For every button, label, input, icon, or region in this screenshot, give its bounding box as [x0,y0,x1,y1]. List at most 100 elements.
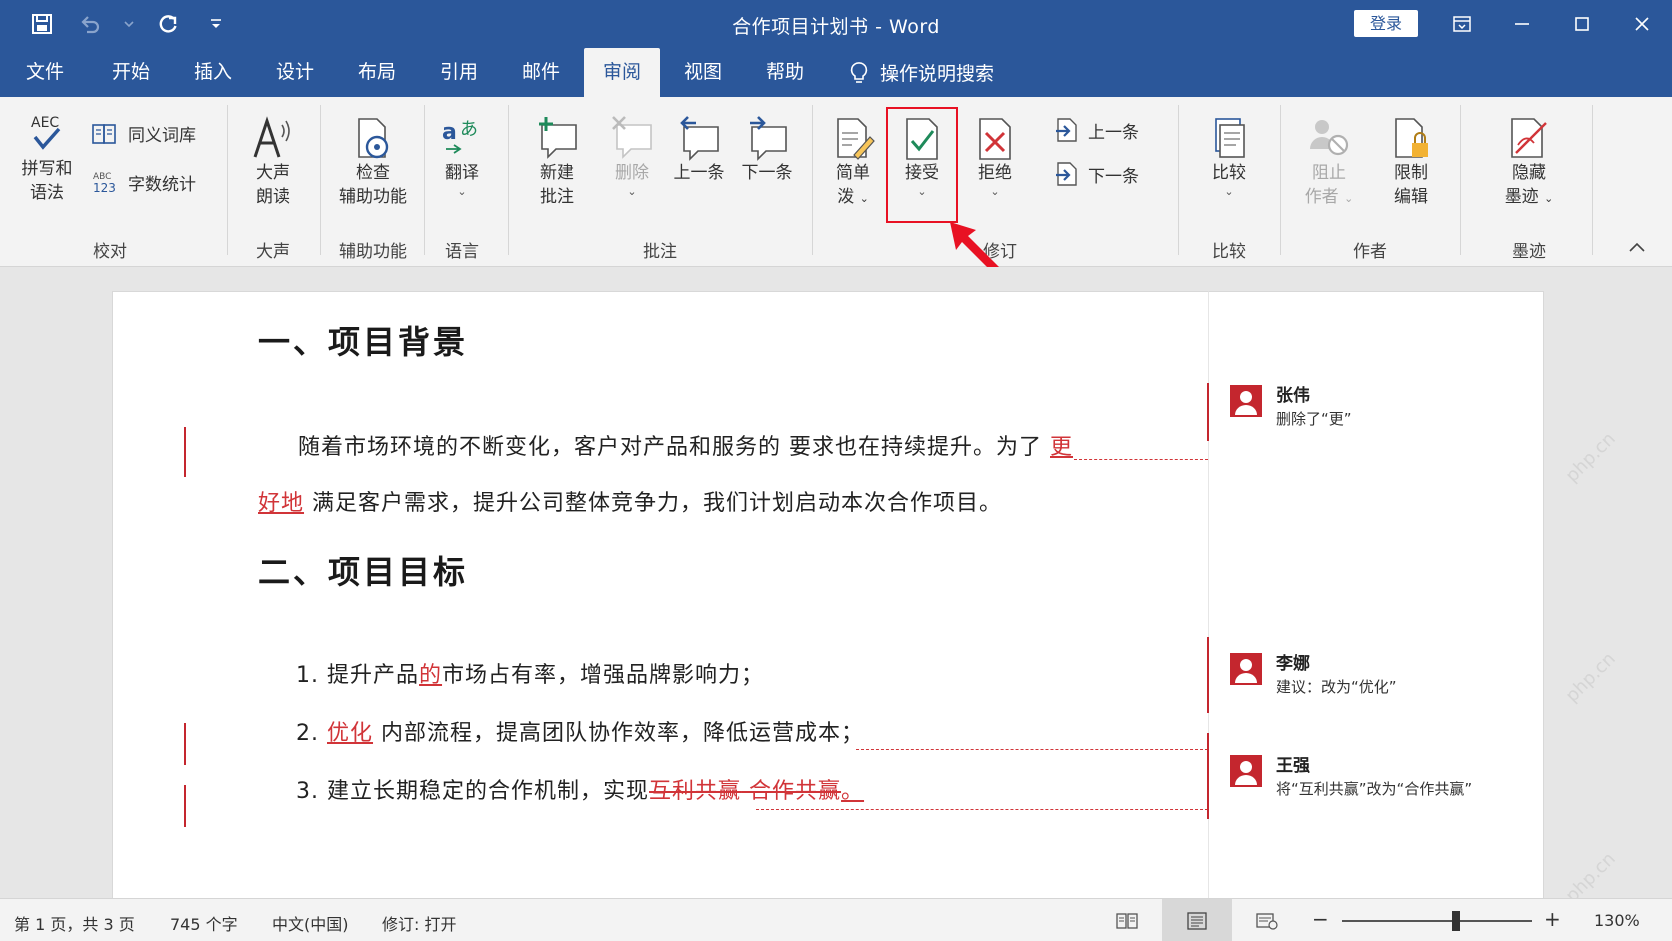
tab-review[interactable]: 审阅 [584,48,660,97]
list-item-3: 3. 建立长期稳定的合作机制，实现互利共赢 合作共赢。 [296,773,864,805]
tab-layout[interactable]: 布局 [346,48,408,97]
chevron-down-icon: ⌄ [1544,192,1554,205]
inserted-text[interactable]: 好地 [258,491,304,516]
comment-author: 张伟 [1276,386,1310,406]
collapse-ribbon-icon[interactable] [1628,240,1646,254]
paragraph-1-line-2: 好地 满足客户需求，提升公司整体竞争力，我们计划启动本次合作项目。 [258,485,1002,517]
comment-text: 删除了“更” [1276,410,1352,428]
group-label-speech: 大声 [256,242,290,262]
svg-text:あ: あ [460,119,478,140]
tab-help[interactable]: 帮助 [754,48,816,97]
close-button[interactable] [1618,6,1666,42]
tab-file[interactable]: 文件 [16,48,74,97]
change-bar [184,427,186,477]
zoom-out-button[interactable]: − [1312,907,1329,931]
check-label-2: 辅助功能 [339,187,407,207]
reject-button[interactable]: 拒绝 ⌄ [962,115,1028,199]
chevron-down-icon: ⌄ [990,185,1000,198]
check-accessibility-button[interactable]: 检查 辅助功能 [328,115,418,209]
new-comment-icon [539,117,577,159]
zoom-slider[interactable] [1342,920,1532,922]
read-aloud-button[interactable]: 大声 朗读 [240,115,306,209]
group-separator [227,105,228,255]
translate-icon: aあ [442,119,478,154]
next-change-button[interactable]: 下一条 [1054,161,1139,187]
restrict-editing-button[interactable]: 限制 编辑 [1378,115,1444,209]
tab-mailings[interactable]: 邮件 [510,48,572,97]
ribbon-display-button[interactable] [1438,6,1486,42]
paragraph-text: 满足客户需求，提升公司整体竞争力，我们计划启动本次合作项目。 [312,491,1003,516]
print-layout-button[interactable] [1162,899,1232,941]
chevron-down-icon: ⌄ [1224,185,1234,198]
list-text: 内部流程，提高团队协作效率，降低运营成本； [381,721,865,746]
svg-text:AEC: AEC [31,115,59,131]
deleted-text[interactable]: 互利共赢 [649,779,741,804]
thesaurus-button[interactable]: 同义词库 [92,121,196,146]
status-bar: 第 1 页，共 3 页 745 个字 中文(中国) 修订: 打开 − + 130… [0,898,1672,941]
word-count[interactable]: 745 个字 [170,911,238,935]
language-indicator[interactable]: 中文(中国) [272,911,349,935]
comment-text: 将“互利共赢”改为“合作共赢” [1276,780,1473,798]
read-mode-button[interactable] [1092,899,1162,941]
heading-project-goals: 二、项目目标 [258,553,469,591]
word-count-button[interactable]: ABC 123 字数统计 [92,169,196,195]
maximize-icon [1575,17,1589,31]
group-separator [508,105,509,255]
restrict-editing-label-1: 限制 [1394,163,1428,183]
zoom-level[interactable]: 130% [1594,911,1640,930]
watermark: php.cn [1561,648,1620,707]
inserted-text[interactable]: 更 [1050,435,1073,460]
inserted-text[interactable]: 合作共赢 [741,779,841,804]
translate-button[interactable]: aあ 翻译 ⌄ [432,115,492,199]
tab-design[interactable]: 设计 [264,48,326,97]
track-changes-button[interactable]: 简单 泼 ⌄ [820,115,886,211]
list-number: 1. [296,663,319,688]
comment-2[interactable]: 李娜 建议：改为“优化” [1230,653,1397,699]
maximize-button[interactable] [1558,6,1606,42]
read-mode-icon [1116,912,1138,929]
next-comment-button[interactable]: 下一条 [734,115,800,185]
change-bar [184,723,186,765]
new-comment-button[interactable]: 新建 批注 [520,115,594,209]
ribbon-tabs: 文件 开始 插入 设计 布局 引用 邮件 审阅 视图 帮助 操作说明搜索 [0,48,1672,97]
group-separator [812,105,813,255]
tell-me-search[interactable]: 操作说明搜索 [848,48,994,97]
list-text: 市场占有率，增强品牌影响力； [442,663,765,688]
previous-comment-button[interactable]: 上一条 [666,115,732,185]
block-authors-icon [1310,120,1349,156]
block-authors-button[interactable]: 阻止 作者 ⌄ [1296,115,1362,211]
tab-insert[interactable]: 插入 [182,48,244,97]
inserted-text[interactable]: 优化 [327,721,373,746]
minimize-button[interactable] [1498,6,1546,42]
comment-1[interactable]: 张伟 删除了“更” [1230,385,1352,431]
tab-home[interactable]: 开始 [100,48,162,97]
accessibility-icon [358,118,389,159]
zoom-slider-thumb[interactable] [1452,911,1460,931]
zoom-in-button[interactable]: + [1544,907,1561,931]
list-text: 提升产品 [327,663,420,688]
avatar [1230,385,1262,417]
tab-references[interactable]: 引用 [428,48,490,97]
ribbon-review: AEC 拼写和 语法 同义词库 ABC 123 字数统计 校对 大声 朗读 大声… [0,97,1672,267]
previous-change-button[interactable]: 上一条 [1054,117,1139,143]
word-count-icon: ABC 123 [93,172,116,195]
web-layout-button[interactable] [1232,899,1302,941]
comment-3[interactable]: 王强 将“互利共赢”改为“合作共赢” [1230,755,1472,801]
tab-view[interactable]: 视图 [672,48,734,97]
inserted-text[interactable]: 的 [419,663,442,688]
list-item-2: 2. 优化 内部流程，提高团队协作效率，降低运营成本； [296,715,864,747]
document-page[interactable] [112,291,1208,911]
hide-ink-button[interactable]: 隐藏 墨迹 ⌄ [1494,115,1564,211]
login-button[interactable]: 登录 [1354,10,1418,37]
group-label-proofing: 校对 [93,242,127,262]
track-changes-status[interactable]: 修订: 打开 [382,911,456,935]
spelling-grammar-button[interactable]: AEC 拼写和 语法 [14,113,80,205]
compare-button[interactable]: 比较 ⌄ [1196,115,1262,199]
page-count[interactable]: 第 1 页，共 3 页 [14,911,135,935]
window-title: 合作项目计划书 - Word [732,16,940,38]
delete-comment-button[interactable]: 删除 ⌄ [600,115,664,199]
spelling-label-2: 语法 [30,183,64,203]
restrict-editing-label-2: 编辑 [1394,187,1428,207]
chevron-down-icon: ⌄ [627,185,637,198]
hide-ink-icon [1511,118,1547,158]
